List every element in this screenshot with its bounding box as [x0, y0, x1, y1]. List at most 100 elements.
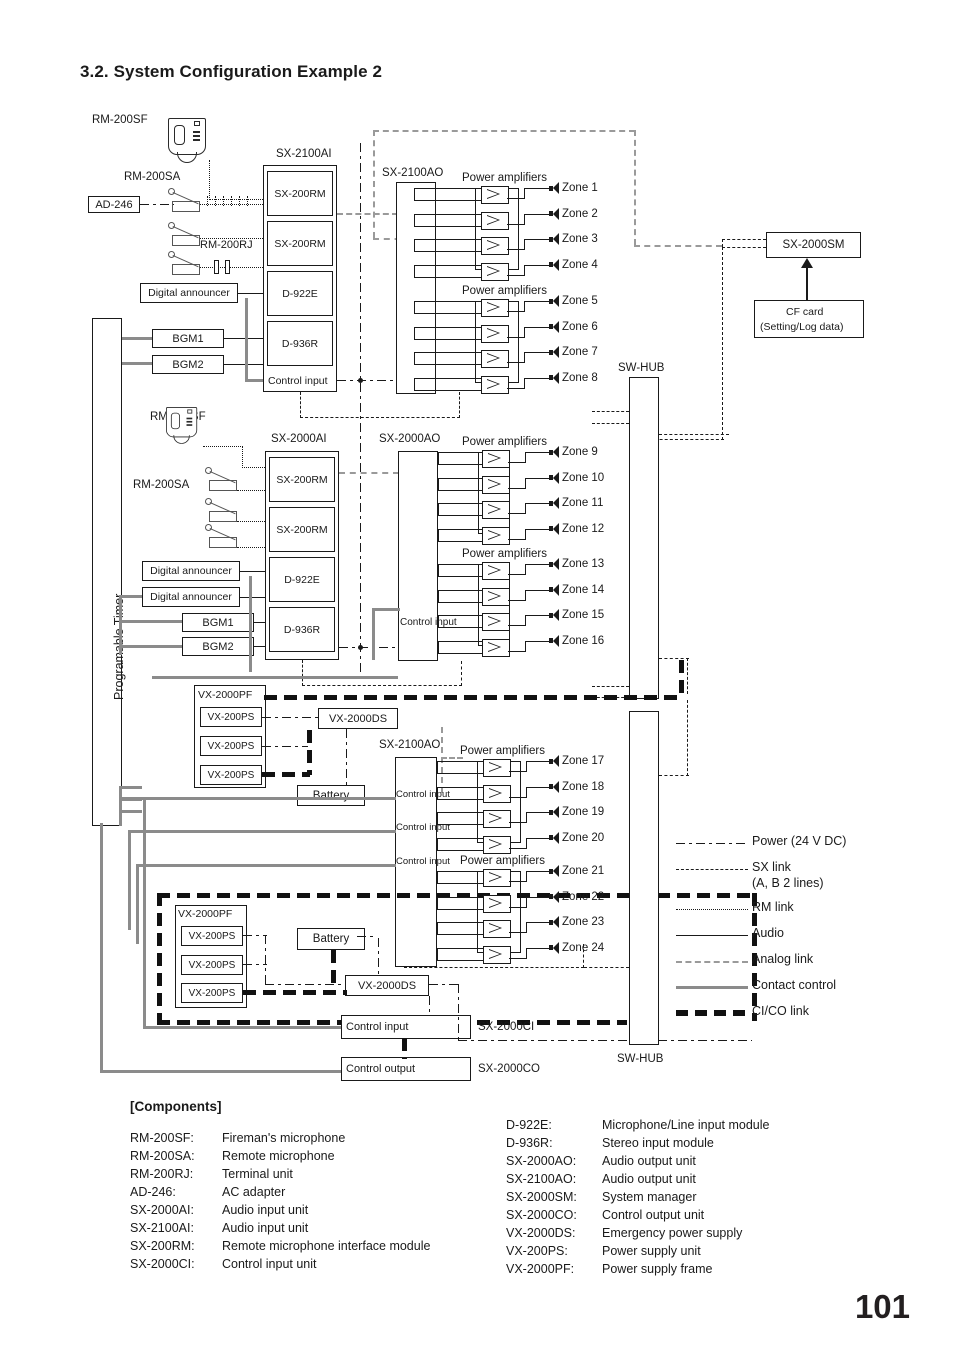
battery-lower: Battery: [297, 928, 365, 950]
amplifier-symbol: [481, 211, 509, 230]
analog-zone-top-border-t: [373, 130, 635, 132]
audio-line-join: [438, 477, 439, 490]
component-code: SX-2000CO:: [506, 1208, 577, 1222]
audio-line-unit: [437, 798, 438, 800]
zone-label: Zone 7: [562, 346, 598, 358]
sx-link-hub-in1: [592, 411, 629, 412]
audio-line-out-b: [525, 564, 552, 565]
audio-line-in-b: [438, 601, 482, 603]
rm200sa-mid-relay-2: [205, 498, 239, 524]
power-ps-u2: [262, 746, 308, 748]
rm200rj-terminal-icon: [214, 260, 232, 274]
legend-label: SX link: [752, 860, 791, 874]
power-amp-label-6: Power amplifiers: [460, 855, 545, 867]
component-code: D-936R:: [506, 1136, 553, 1150]
audio-line-in: [437, 947, 483, 949]
speaker-icon: [549, 916, 561, 928]
rm-link-mic-top-v: [209, 160, 210, 200]
zone-label: Zone 2: [562, 207, 598, 220]
component-row: VX-2000DS: Emergency power supply: [506, 1226, 742, 1240]
contact-left-rail4: [136, 864, 139, 944]
power-ps-l-v: [265, 935, 267, 985]
audio-line-in-b: [414, 225, 481, 227]
power-batt-l-v: [378, 938, 380, 976]
speaker-icon: [549, 806, 561, 818]
zone-label: Zone 18: [562, 780, 605, 793]
audio-line-out-riser: [526, 837, 527, 849]
contact-control-output: [100, 1070, 341, 1073]
digital-announcer-1: Digital announcer: [140, 283, 238, 303]
audio-line-in-b: [414, 200, 481, 201]
audio-line-join: [438, 452, 439, 464]
bgm1-mid: BGM1: [182, 613, 254, 632]
audio-line-out-a: [508, 599, 526, 601]
power-2000ai-out: [339, 647, 399, 649]
component-row: SX-2000CO: Control output unit: [506, 1208, 704, 1222]
component-description: Audio input unit: [222, 1221, 309, 1235]
audio-line-out-a: [509, 847, 527, 849]
power-ds-u-batt: [346, 729, 348, 791]
audio-line-in-b: [438, 489, 482, 491]
audio-line-out-a: [507, 223, 525, 225]
cico-bus-upper-v: [679, 660, 684, 698]
speaker-icon: [549, 371, 561, 384]
cf-card-line1: CF card: [786, 306, 824, 318]
audio-line-join: [437, 761, 438, 773]
vx200ps-u3: VX-200PS: [200, 765, 262, 785]
power-junction-1: [358, 378, 363, 383]
audio-line-out-b: [524, 264, 552, 266]
component-code: SX-2100AO:: [506, 1172, 577, 1186]
audio-line-out-riser: [524, 239, 525, 250]
audio-line-out-a: [509, 822, 527, 823]
legend-label: CI/CO link: [752, 1004, 809, 1018]
component-code: SX-2000AO:: [506, 1154, 577, 1168]
analog-zone-bottom-t: [441, 757, 463, 759]
audio-line-in-b: [414, 338, 481, 340]
component-description: Microphone/Line input module: [602, 1118, 770, 1132]
audio-line-join: [438, 589, 439, 602]
audio-line-out-b: [525, 503, 552, 504]
zone-label: Zone 16: [562, 634, 605, 647]
audio-line-out-b: [524, 301, 552, 302]
timer-contact-3: [122, 620, 182, 623]
audio-line-in: [437, 837, 483, 839]
bgm2-mid: BGM2: [182, 637, 254, 656]
sx-link-2000ao-v: [461, 661, 462, 686]
audio-line-out-b: [525, 452, 552, 453]
vx200ps-u2: VX-200PS: [200, 736, 262, 756]
timer-contact-1: [122, 337, 152, 340]
audio-line-join: [437, 947, 438, 960]
sx-link-hub-b1: [659, 658, 689, 659]
cico-loop-left: [157, 893, 162, 1025]
audio-line-out-a: [509, 906, 527, 908]
component-code: AD-246:: [130, 1185, 176, 1199]
component-row: VX-200PS: Power supply unit: [506, 1244, 701, 1258]
contact-ci-b2: [128, 830, 396, 833]
digital-announcer-3: Digital announcer: [142, 587, 240, 607]
audio-line-in: [438, 640, 482, 642]
component-description: Power supply frame: [602, 1262, 713, 1276]
vx2000ds-upper: VX-2000DS: [318, 708, 398, 729]
power-spine-mid: [360, 403, 362, 678]
sx2000ai-module-3: D-936R: [269, 607, 335, 652]
cico-ps-u3: [262, 772, 310, 777]
contact-ann1-v: [245, 298, 248, 382]
cico-ci-co: [402, 1038, 407, 1059]
audio-line-unit: [438, 515, 439, 516]
audio-line-in: [437, 896, 483, 898]
audio-line-unit: [437, 959, 438, 961]
component-row: SX-2000AO: Audio output unit: [506, 1154, 696, 1168]
amplifier-symbol: [481, 324, 509, 343]
component-code: VX-2000DS:: [506, 1226, 576, 1240]
vx2000pf-upper-label: VX-2000PF: [198, 689, 253, 701]
audio-line-in: [437, 812, 483, 813]
rm-link-kink-a: [207, 196, 208, 206]
amplifier-symbol: [482, 526, 510, 545]
audio-line-out-riser: [526, 871, 527, 882]
audio-line-out-riser: [526, 812, 527, 823]
sx2100ai-control-input: Control input: [268, 375, 328, 387]
audio-line-in-b: [437, 849, 483, 851]
audio-line-in: [414, 377, 481, 379]
rm-link-relay1: [200, 204, 269, 205]
rm200sa-mid-label: RM-200SA: [133, 479, 190, 491]
